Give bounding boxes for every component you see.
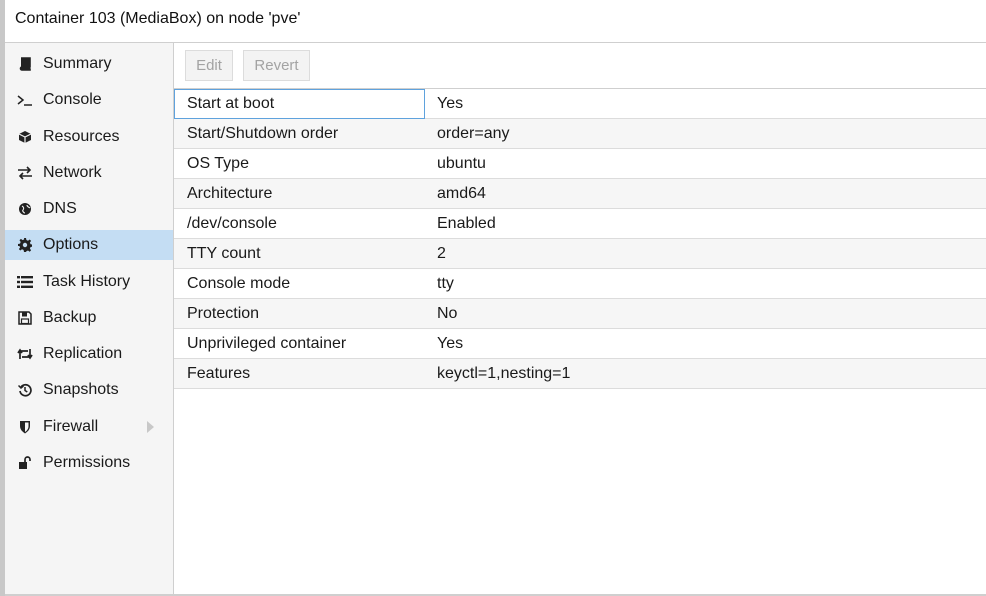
table-row[interactable]: OS Type ubuntu <box>174 149 986 179</box>
book-icon <box>16 57 34 71</box>
option-key: Unprivileged container <box>187 335 347 352</box>
sidebar-item-network[interactable]: Network <box>5 158 173 188</box>
expand-arrow-icon[interactable] <box>147 421 154 433</box>
revert-button[interactable]: Revert <box>243 50 310 81</box>
option-value: Yes <box>437 335 464 352</box>
sidebar-item-task-history[interactable]: Task History <box>5 267 173 297</box>
sidebar-item-resources[interactable]: Resources <box>5 122 173 152</box>
option-value: No <box>437 305 458 322</box>
option-key: TTY count <box>187 245 261 262</box>
sidebar-item-console[interactable]: Console <box>5 85 173 115</box>
option-value: order=any <box>437 125 510 142</box>
terminal-icon <box>16 93 34 107</box>
table-row[interactable]: Features keyctl=1,nesting=1 <box>174 359 986 389</box>
table-row[interactable]: Start at boot Yes <box>174 89 986 119</box>
sidebar-item-label: Task History <box>43 273 131 290</box>
table-row[interactable]: /dev/console Enabled <box>174 209 986 239</box>
table-row[interactable]: Start/Shutdown order order=any <box>174 119 986 149</box>
option-key: Features <box>187 365 251 382</box>
sidebar: Summary Console Resources Network DNS Op… <box>5 43 174 596</box>
gear-icon <box>16 238 34 252</box>
option-key: Protection <box>187 305 260 322</box>
sidebar-item-backup[interactable]: Backup <box>5 303 173 333</box>
sidebar-item-label: Backup <box>43 309 97 326</box>
options-panel: Edit Revert Start at boot Yes Start/Shut… <box>174 43 986 596</box>
retweet-icon <box>16 347 34 361</box>
option-key: OS Type <box>187 155 249 172</box>
option-value: tty <box>437 275 454 292</box>
panel-title: Container 103 (MediaBox) on node 'pve' <box>15 10 301 27</box>
option-value: ubuntu <box>437 155 486 172</box>
cube-icon <box>16 130 34 144</box>
sidebar-item-label: Console <box>43 91 102 108</box>
sidebar-item-permissions[interactable]: Permissions <box>5 448 173 478</box>
sidebar-item-dns[interactable]: DNS <box>5 194 173 224</box>
sidebar-item-label: Resources <box>43 128 120 145</box>
option-key: Start at boot <box>174 89 425 119</box>
toolbar: Edit Revert <box>174 43 986 89</box>
sidebar-item-label: DNS <box>43 200 77 217</box>
option-value: Enabled <box>437 215 496 232</box>
history-icon <box>16 383 34 397</box>
sidebar-item-label: Permissions <box>43 454 131 471</box>
sidebar-item-label: Replication <box>43 345 123 362</box>
globe-icon <box>16 202 34 216</box>
table-row[interactable]: TTY count 2 <box>174 239 986 269</box>
table-row[interactable]: Architecture amd64 <box>174 179 986 209</box>
exchange-icon <box>16 166 34 180</box>
option-value: 2 <box>437 245 446 262</box>
option-value: Yes <box>437 95 464 112</box>
panel-title-bar: Container 103 (MediaBox) on node 'pve' <box>5 0 986 43</box>
edit-button[interactable]: Edit <box>185 50 233 81</box>
option-value: amd64 <box>437 185 486 202</box>
sidebar-item-label: Summary <box>43 55 112 72</box>
table-row[interactable]: Protection No <box>174 299 986 329</box>
floppy-icon <box>16 311 34 325</box>
sidebar-item-snapshots[interactable]: Snapshots <box>5 375 173 405</box>
table-row[interactable]: Console mode tty <box>174 269 986 299</box>
shield-icon <box>16 420 34 434</box>
sidebar-item-label: Firewall <box>43 418 99 435</box>
option-value: keyctl=1,nesting=1 <box>437 365 571 382</box>
sidebar-item-label: Options <box>43 236 99 253</box>
sidebar-item-replication[interactable]: Replication <box>5 339 173 369</box>
list-icon <box>16 275 34 289</box>
sidebar-item-options[interactable]: Options <box>5 230 173 260</box>
sidebar-item-summary[interactable]: Summary <box>5 49 173 79</box>
option-key: Architecture <box>187 185 273 202</box>
option-key: Start/Shutdown order <box>187 125 339 142</box>
sidebar-item-label: Network <box>43 164 102 181</box>
option-key: /dev/console <box>187 215 277 232</box>
sidebar-item-firewall[interactable]: Firewall <box>5 412 173 442</box>
table-row[interactable]: Unprivileged container Yes <box>174 329 986 359</box>
unlock-icon <box>16 456 34 470</box>
option-key: Console mode <box>187 275 291 292</box>
sidebar-item-label: Snapshots <box>43 381 119 398</box>
options-grid: Start at boot Yes Start/Shutdown order o… <box>174 89 986 389</box>
